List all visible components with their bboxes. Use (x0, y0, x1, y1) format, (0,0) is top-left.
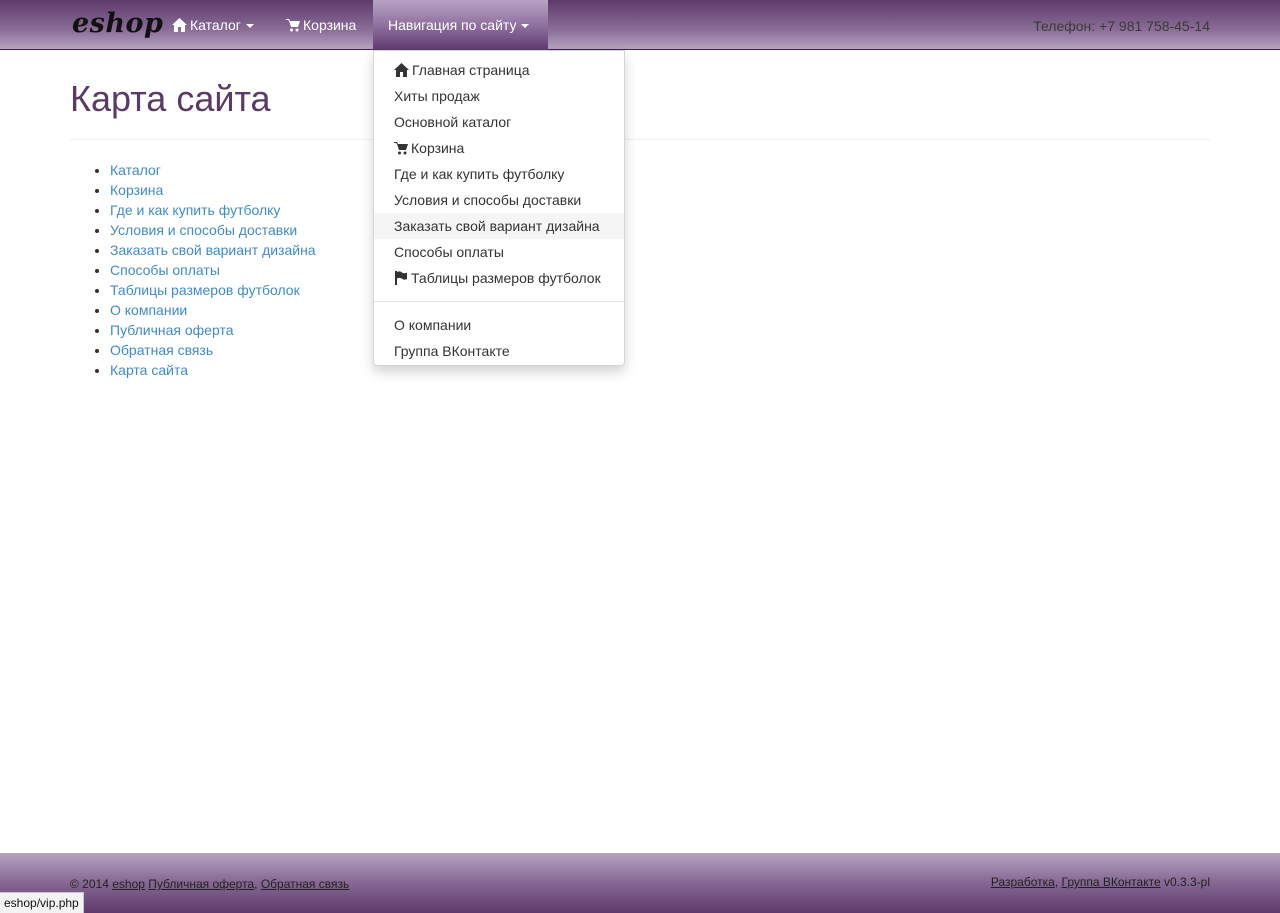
footer-vk-link[interactable]: Группа ВКонтакте (1062, 875, 1161, 889)
sitemap-link-offer[interactable]: Публичная оферта (110, 322, 234, 338)
caret-down-icon (245, 24, 254, 28)
sitemap-link-catalog[interactable]: Каталог (110, 162, 161, 178)
phone-number: Телефон: +7 981 758-45-14 (1033, 18, 1210, 34)
sitemap-link-about[interactable]: О компании (110, 302, 187, 318)
menu-item-home[interactable]: Главная страница (374, 57, 624, 83)
menu-item-label: Группа ВКонтакте (394, 343, 510, 359)
sitemap-link-sitemap[interactable]: Карта сайта (110, 362, 188, 378)
menu-item-label: О компании (394, 317, 472, 333)
footer-left: © 2014 eshop Публичная оферта, Обратная … (70, 877, 349, 891)
nav-sitenav-label: Навигация по сайту (388, 17, 517, 33)
menu-item-about[interactable]: О компании (374, 312, 624, 338)
menu-item-label: Хиты продаж (394, 88, 480, 104)
sitemap-link-feedback[interactable]: Обратная связь (110, 342, 213, 358)
menu-item-label: Основной каталог (394, 114, 512, 130)
sitemap-link-custom-design[interactable]: Заказать свой вариант дизайна (110, 242, 316, 258)
footer-feedback-link[interactable]: Обратная связь (261, 877, 349, 891)
list-item: Каталог (110, 160, 316, 180)
separator: , (1054, 875, 1059, 889)
footer-dev-link[interactable]: Разработка (991, 875, 1055, 889)
list-item: Обратная связь (110, 340, 316, 360)
menu-item-label: Таблицы размеров футболок (411, 270, 601, 286)
menu-item-label: Где и как купить футболку (394, 166, 565, 182)
menu-item-vk-group[interactable]: Группа ВКонтакте (374, 338, 624, 364)
nav-catalog-dropdown[interactable]: Каталог (157, 0, 269, 50)
sitemap-link-cart[interactable]: Корзина (110, 182, 163, 198)
menu-item-label: Заказать свой вариант дизайна (394, 218, 600, 234)
menu-item-custom-design[interactable]: Заказать свой вариант дизайна (374, 213, 624, 239)
cart-icon (394, 137, 408, 163)
menu-item-size-tables[interactable]: Таблицы размеров футболок (374, 265, 624, 291)
caret-down-icon (521, 24, 530, 28)
menu-item-cart[interactable]: Корзина (374, 135, 624, 161)
version-text: v0.3.3-pl (1163, 875, 1210, 889)
page-footer: © 2014 eshop Публичная оферта, Обратная … (0, 853, 1280, 913)
menu-item-label: Способы оплаты (394, 244, 504, 260)
nav-site-navigation-dropdown[interactable]: Навигация по сайту (373, 0, 548, 50)
menu-divider (374, 301, 624, 302)
menu-item-payment[interactable]: Способы оплаты (374, 239, 624, 265)
page-title: Карта сайта (70, 78, 271, 119)
menu-item-where-to-buy[interactable]: Где и как купить футболку (374, 161, 624, 187)
menu-item-delivery[interactable]: Условия и способы доставки (374, 187, 624, 213)
browser-status-bar: eshop/vip.php (0, 892, 84, 913)
cart-icon (286, 2, 300, 52)
footer-offer-link[interactable]: Публичная оферта (148, 877, 254, 891)
menu-item-bestsellers[interactable]: Хиты продаж (374, 83, 624, 109)
footer-brand-link[interactable]: eshop (112, 877, 145, 891)
brand-logo[interactable]: eshop (72, 8, 163, 39)
footer-right: Разработка, Группа ВКонтакте v0.3.3-pl (991, 875, 1210, 889)
sitemap-link-size-tables[interactable]: Таблицы размеров футболок (110, 282, 300, 298)
nav-cart-link[interactable]: Корзина (271, 0, 371, 50)
list-item: Где и как купить футболку (110, 200, 316, 220)
sitemap-link-delivery[interactable]: Условия и способы доставки (110, 222, 297, 238)
list-item: Заказать свой вариант дизайна (110, 240, 316, 260)
sitemap-list: Каталог Корзина Где и как купить футболк… (70, 160, 316, 380)
separator: , (254, 877, 258, 891)
list-item: Корзина (110, 180, 316, 200)
site-navigation-menu: Главная страница Хиты продаж Основной ка… (373, 50, 625, 366)
flag-icon (394, 267, 408, 293)
top-navbar: eshop Каталог Корзина Навигация по сайту… (0, 0, 1280, 50)
list-item: Публичная оферта (110, 320, 316, 340)
menu-item-label: Корзина (411, 140, 465, 156)
menu-item-main-catalog[interactable]: Основной каталог (374, 109, 624, 135)
title-divider (70, 139, 1210, 140)
list-item: Способы оплаты (110, 260, 316, 280)
list-item: Условия и способы доставки (110, 220, 316, 240)
list-item: Таблицы размеров футболок (110, 280, 316, 300)
list-item: Карта сайта (110, 360, 316, 380)
home-icon (394, 59, 409, 85)
nav-cart-label: Корзина (303, 17, 357, 33)
menu-item-label: Главная страница (412, 62, 530, 78)
sitemap-link-payment[interactable]: Способы оплаты (110, 262, 220, 278)
menu-item-label: Условия и способы доставки (394, 192, 582, 208)
list-item: О компании (110, 300, 316, 320)
home-icon (172, 2, 187, 52)
sitemap-link-where-to-buy[interactable]: Где и как купить футболку (110, 202, 280, 218)
copyright-text: © 2014 (70, 877, 109, 891)
nav-catalog-label: Каталог (190, 17, 241, 33)
